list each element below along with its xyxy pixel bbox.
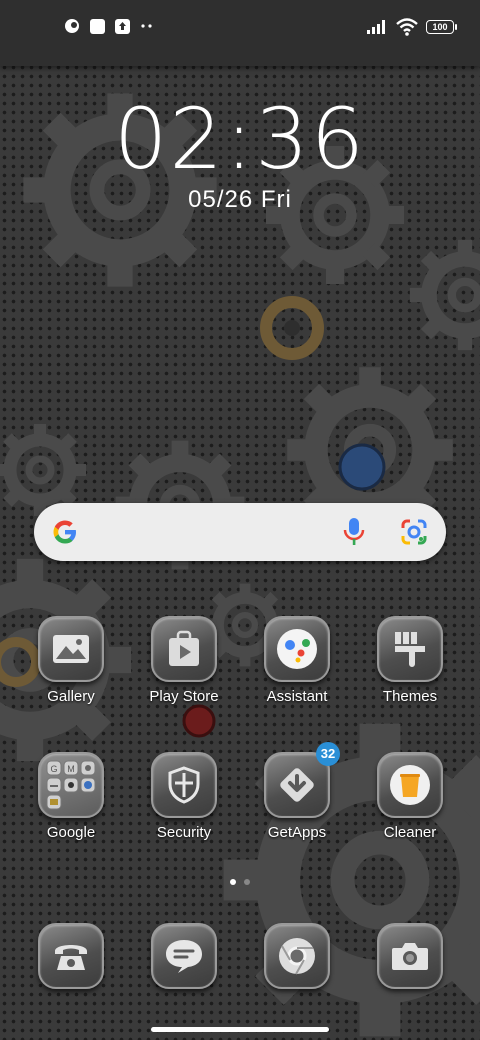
lens-icon[interactable] [400, 518, 428, 546]
messages-icon [151, 923, 217, 989]
more-dots-icon [141, 24, 152, 28]
app-label: Gallery [47, 688, 95, 705]
status-bar: 100 [0, 0, 480, 66]
system-icons: 100 [366, 18, 457, 36]
dock-chrome[interactable] [241, 923, 353, 989]
app-label: Google [46, 824, 96, 841]
folder-google[interactable]: G M Google [15, 752, 127, 841]
gallery-icon [38, 616, 104, 682]
play-store-icon [151, 616, 217, 682]
app-play-store[interactable]: Play Store [128, 616, 240, 705]
mic-icon[interactable] [343, 517, 365, 547]
notification-badge: 32 [316, 742, 340, 766]
app-label: GetApps [267, 824, 327, 841]
dock-phone[interactable] [15, 923, 127, 989]
dock-camera[interactable] [354, 923, 466, 989]
app-gallery[interactable]: Gallery [15, 616, 127, 705]
signal-bars-icon [367, 20, 385, 34]
google-search-bar[interactable] [34, 503, 446, 561]
camera-icon [377, 923, 443, 989]
google-folder-icon: G M [38, 752, 104, 818]
getapps-icon: 32 [264, 742, 340, 818]
battery-icon: 100 [426, 20, 457, 34]
lock-date[interactable]: 05/26 Fri [0, 186, 480, 214]
app-security[interactable]: Security [128, 752, 240, 841]
app-label: Security [156, 824, 212, 841]
battery-level: 100 [432, 22, 448, 32]
app-label: Themes [382, 688, 438, 705]
chrome-icon [264, 923, 330, 989]
app-getapps[interactable]: 32 GetApps [241, 742, 353, 841]
themes-icon [377, 616, 443, 682]
cleaner-icon [377, 752, 443, 818]
svg-text:M: M [67, 764, 75, 774]
upload-icon [115, 18, 130, 34]
lock-clock[interactable]: 02:36 [0, 90, 480, 188]
app-label: Assistant [266, 688, 328, 705]
square-notification-icon [90, 18, 105, 34]
app-assistant[interactable]: Assistant [241, 616, 353, 705]
page-indicator [0, 879, 480, 885]
assistant-icon [264, 616, 330, 682]
app-label: Cleaner [383, 824, 437, 841]
notification-icons [64, 18, 154, 34]
phone-icon [38, 923, 104, 989]
dock-messages[interactable] [128, 923, 240, 989]
app-label: Play Store [149, 688, 219, 705]
home-gesture-bar[interactable] [151, 1027, 329, 1032]
app-cleaner[interactable]: Cleaner [354, 752, 466, 841]
wifi-icon [396, 18, 418, 36]
security-icon [151, 752, 217, 818]
app-themes[interactable]: Themes [354, 616, 466, 705]
google-g-icon [53, 520, 76, 544]
page-dot [244, 879, 250, 885]
page-dot-active [230, 879, 236, 885]
app-notification-icon [65, 19, 79, 33]
svg-text:G: G [50, 764, 57, 774]
